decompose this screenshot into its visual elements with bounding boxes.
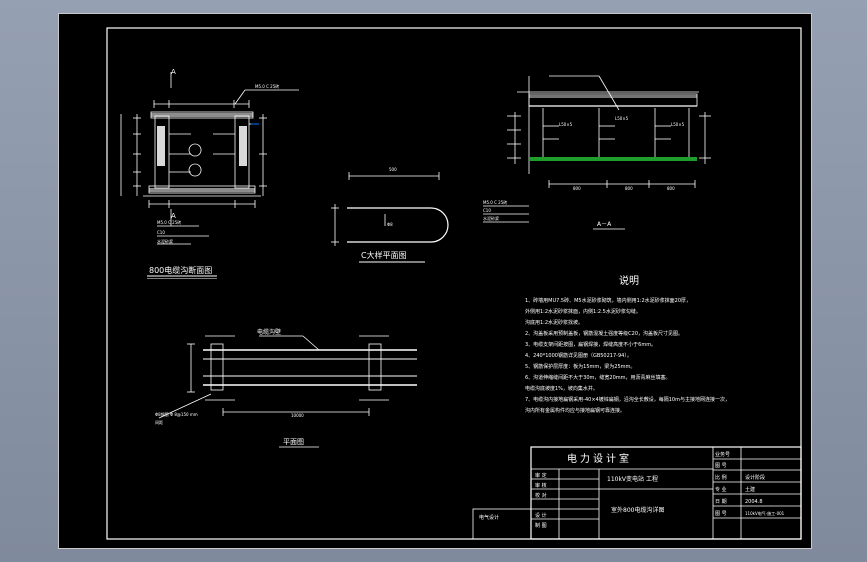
plan-view-title: 平面图 [283,438,304,446]
section-view-title: 800电缆沟断面图 [149,265,212,275]
drawing-name: 室外800电缆沟详图 [611,506,664,514]
aa-brick-note: M5.0 C 25砖 [483,199,507,205]
plan-view [158,335,417,419]
note-line: 沟底用1:2水泥砂浆找坡。 [525,319,583,326]
bend-detail-view [331,172,449,246]
trench-section-hatch [149,113,255,192]
note-line: 6、沟道伸缩缝间距不大于30m，缝宽20mm，用沥青麻丝填塞。 [525,374,671,381]
aa-c10-note: C10 [483,208,491,213]
note-line: 沟内所有金属构件均应与接地扁钢可靠连接。 [525,407,625,414]
aa-cover-hatch [529,95,697,98]
title-block [472,446,802,540]
right-value: 2004.8 [745,499,763,505]
aa-dim-1: 800 [573,186,581,191]
notes-list: 1、砖墙用MU7.5砖、M5水泥砂浆砌筑，墙内侧用1:2水泥砂浆抹面20厚， 外… [525,297,730,414]
right-value: 设计阶段 [745,474,765,481]
section-mark-top: A [171,68,176,76]
drawing-sheet: A A M5.0 C 25砖 M5.0 C 25砖 C10 水泥砂浆 800电缆… [58,13,812,549]
title-left-rows: 审 定 审 核 校 对 设 计 制 图 [535,472,547,529]
note-line: 5、钢筋保护层厚度：板为15mm，梁为25mm。 [525,363,635,370]
right-label: 日 期 [715,499,727,505]
left-row-label: 审 核 [535,482,547,489]
section-mark-bottom: A [171,212,176,220]
aa-bracket-label-2: L50×5 [615,116,629,121]
right-label: 图 号 [715,511,727,517]
bend-steel-label: Φ8 [387,222,393,227]
note-line: 电缆沟底坡度1%，坡向集水井。 [525,385,598,392]
cad-viewport[interactable]: A A M5.0 C 25砖 M5.0 C 25砖 C10 水泥砂浆 800电缆… [0,0,867,562]
right-label: 专 业 [715,486,727,493]
trench-wall-label: 电缆沟壁 [257,328,281,336]
left-row-label: 制 图 [535,522,547,529]
bend-detail-title: C大样平面图 [361,250,407,260]
brick-note-top: M5.0 C 25砖 [255,83,279,89]
drawing-canvas: A A M5.0 C 25砖 M5.0 C 25砖 C10 水泥砂浆 800电缆… [106,27,802,540]
note-line: 外侧用1:2水泥砂浆抹面，内侧1:2.5水泥砂浆勾缝。 [525,308,641,315]
aa-dim-3: 800 [667,186,675,191]
note-line: 4、240*1000钢筋详见图册（GB50217-94）。 [525,352,632,359]
aa-bracket-label-1: L50×5 [559,122,573,127]
note-line: 3、电缆支架间距按图，扁钢焊接，焊缝高度不小于6mm。 [525,341,656,348]
left-row-label: 审 定 [535,472,547,479]
aa-section-title: A－A [597,221,612,228]
note-line: 7、电缆沟内接地扁钢采用-40×4镀锌扁钢，沿沟全长敷设，每隔10m与主接地网连… [525,396,730,403]
right-value: 110kV电气-施工-001 [745,510,785,516]
project-name: 110kV变电站 工程 [607,475,658,483]
right-label: 比 例 [715,474,727,481]
aa-grass-layer [529,157,697,161]
notes-title: 说明 [619,274,639,287]
design-stamp: 电气设计 [479,514,499,521]
sand-note: 水泥砂浆 [157,238,173,244]
aa-bracket-label-3: L50×5 [671,122,685,127]
aa-dim-2: 800 [625,186,633,191]
note-line: 1、砖墙用MU7.5砖、M5水泥砂浆砌筑，墙内侧用1:2水泥砂浆抹面20厚， [525,297,691,304]
brick-note-bottom: M5.0 C 25砖 [157,219,181,225]
left-row-label: 校 对 [535,492,547,499]
note-line: 2、沟盖板采用预制盖板，钢筋混凝土强度等级C20，沟盖板尺寸见图。 [525,330,683,337]
company-name: 电力设计室 [567,452,632,465]
right-label: 图 号 [715,463,727,469]
bend-dim: 500 [389,167,397,172]
left-row-label: 设 计 [535,512,547,519]
trench-section-view [120,72,299,245]
plan-length-dim: 10000 [291,413,304,418]
plan-note-1: Φ8钢筋 Φ 8@150 mm [155,411,198,417]
plan-note-2: 间距 [155,419,163,425]
aa-sand-note: 水泥砂浆 [483,215,499,221]
title-right-labels: 业务号 图 号 比 例 专 业 日 期 图 号 设计阶段 土建 2004.8 1… [715,451,785,517]
right-value: 土建 [745,486,755,493]
right-label: 业务号 [715,451,730,458]
c10-note: C10 [157,230,165,235]
